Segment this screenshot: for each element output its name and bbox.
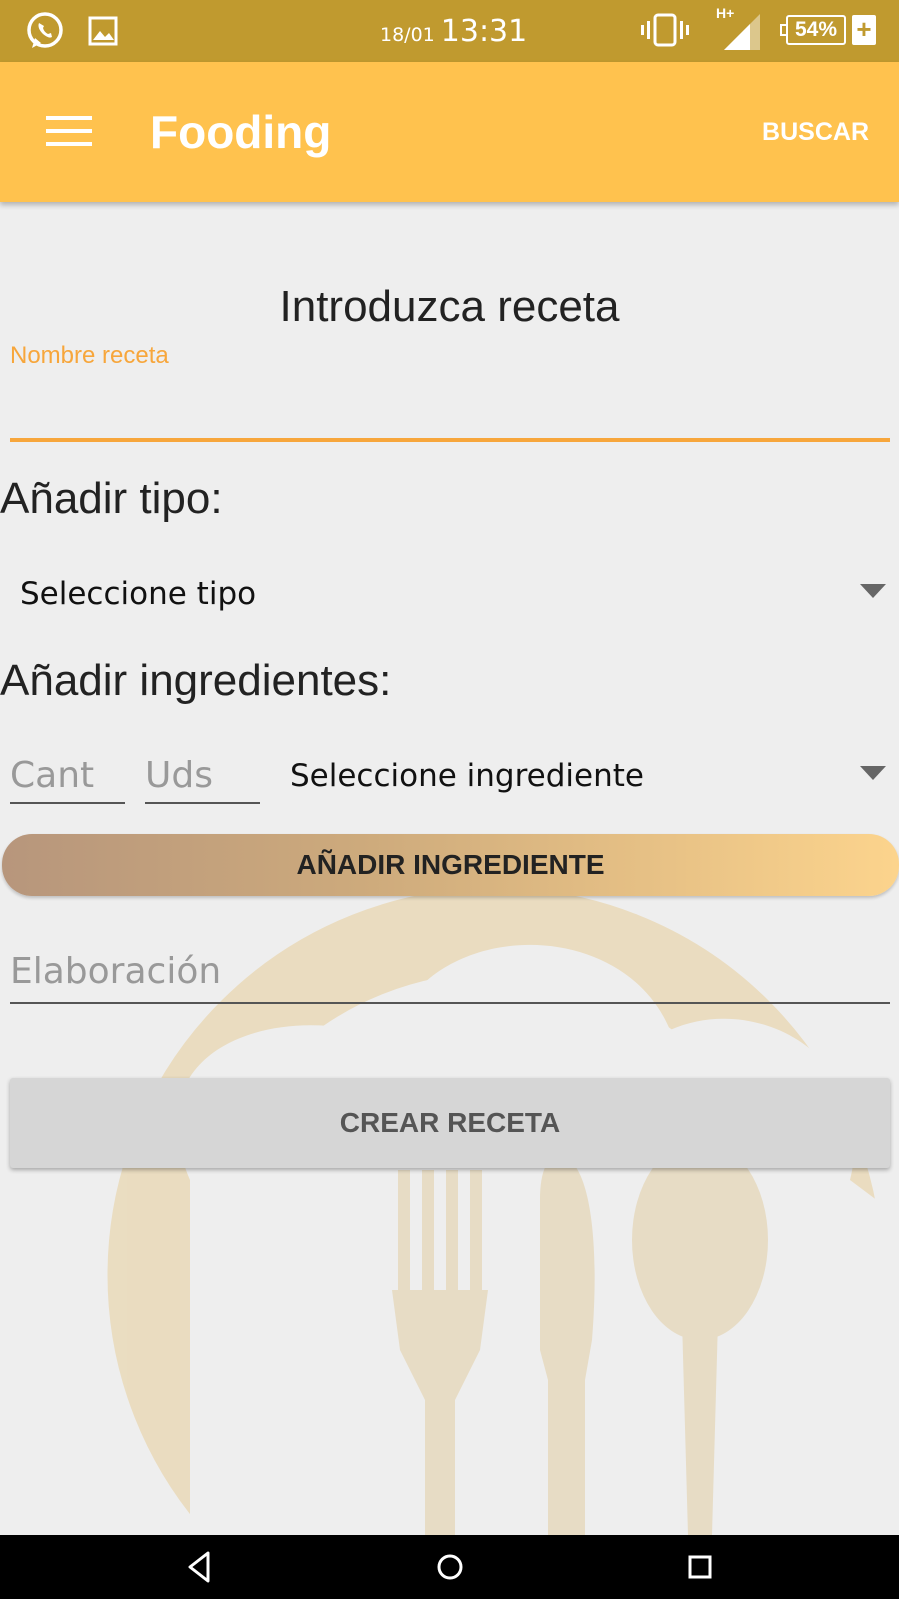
- recipe-name-label: Nombre receta: [10, 342, 169, 369]
- signal-icon: [724, 14, 760, 50]
- recents-icon[interactable]: [678, 1545, 722, 1589]
- whatsapp-icon: [27, 12, 63, 48]
- elaboration-input[interactable]: [10, 940, 890, 1004]
- add-ingredient-button[interactable]: AÑADIR INGREDIENTE: [2, 834, 899, 896]
- app-title: Fooding: [150, 106, 332, 158]
- charging-icon: +: [852, 15, 876, 45]
- time: 13:31: [440, 14, 528, 49]
- page-heading: Introduzca receta: [279, 282, 620, 331]
- app-bar: Fooding BUSCAR: [0, 62, 899, 202]
- navigation-bar: [0, 1535, 899, 1599]
- type-spinner-value: Seleccione tipo: [20, 576, 257, 612]
- date: 18/01: [380, 24, 435, 46]
- home-icon[interactable]: [428, 1545, 472, 1589]
- back-icon[interactable]: [178, 1545, 222, 1589]
- menu-icon[interactable]: [40, 106, 96, 156]
- quantity-input[interactable]: [10, 748, 125, 804]
- dropdown-arrow-icon: [860, 584, 886, 598]
- dropdown-arrow-icon: [860, 766, 886, 780]
- create-recipe-button[interactable]: CREAR RECETA: [10, 1078, 890, 1168]
- battery-icon: 54%: [786, 15, 846, 45]
- ingredient-spinner-value: Seleccione ingrediente: [290, 758, 644, 794]
- search-action-button[interactable]: BUSCAR: [762, 118, 869, 147]
- ingredients-section-title: Añadir ingredientes:: [0, 656, 392, 705]
- vibrate-icon: [641, 13, 689, 47]
- units-input[interactable]: [145, 748, 260, 804]
- recipe-name-input[interactable]: [10, 380, 890, 442]
- type-section-title: Añadir tipo:: [0, 474, 223, 523]
- ingredient-spinner[interactable]: Seleccione ingrediente: [280, 742, 899, 806]
- clock: 18/01 13:31: [380, 14, 527, 49]
- type-spinner[interactable]: Seleccione tipo: [0, 560, 899, 624]
- status-bar: 18/01 13:31 H+ 54% +: [0, 0, 899, 62]
- image-icon: [88, 16, 118, 46]
